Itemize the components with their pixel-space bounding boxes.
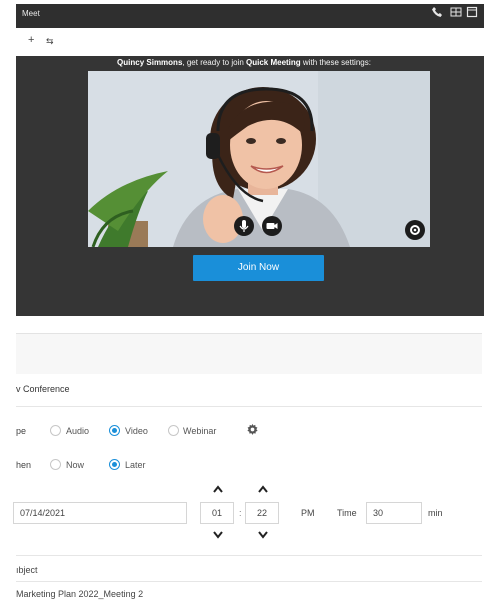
join-now-button[interactable]: Join Now	[193, 255, 324, 281]
type-audio-radio[interactable]	[50, 425, 61, 436]
divider	[16, 581, 482, 582]
type-audio-label: Audio	[66, 426, 90, 436]
divider	[16, 555, 482, 556]
time-separator: :	[239, 508, 242, 518]
minute-input[interactable]: 22	[245, 502, 279, 524]
phone-icon[interactable]	[430, 6, 444, 20]
conference-section-title: v Conference	[16, 384, 70, 394]
type-webinar-label: Webinar	[183, 426, 217, 436]
when-later-label: Later	[125, 460, 146, 470]
when-now-label: Now	[66, 460, 85, 470]
hour-input[interactable]: 01	[200, 502, 234, 524]
settings-icon[interactable]	[405, 220, 425, 240]
window-icon[interactable]	[465, 6, 479, 20]
duration-unit: min	[428, 508, 443, 518]
date-input[interactable]: 07/14/2021	[13, 502, 187, 524]
user-name: Quincy Simmons	[117, 58, 183, 67]
video-preview	[88, 71, 430, 247]
meeting-name: Quick Meeting	[246, 58, 301, 67]
subject-label: ıbject	[16, 565, 38, 575]
camera-icon[interactable]	[262, 216, 282, 236]
microphone-icon[interactable]	[234, 216, 254, 236]
when-later-radio[interactable]	[109, 459, 120, 470]
greeting-text: , get ready to join	[182, 58, 246, 67]
ampm-toggle[interactable]: PM	[301, 508, 315, 518]
hour-up-chevron-icon[interactable]	[212, 484, 224, 496]
subject-input[interactable]: Marketing Plan 2022_Meeting 2	[16, 589, 143, 599]
window-title: Meet	[22, 9, 40, 18]
greeting-text-end: with these settings:	[300, 58, 371, 67]
when-label: hen	[16, 460, 32, 470]
meeting-toolbar	[16, 28, 484, 57]
type-settings-gear-icon[interactable]	[246, 423, 259, 441]
type-label: pe	[16, 426, 27, 436]
hour-down-chevron-icon[interactable]	[212, 530, 224, 542]
type-video-label: Video	[125, 426, 148, 436]
camera-feed-image	[88, 71, 430, 247]
form-header-band	[16, 333, 482, 374]
grid-icon[interactable]	[449, 6, 463, 20]
when-now-radio[interactable]	[50, 459, 61, 470]
minute-up-chevron-icon[interactable]	[257, 484, 269, 496]
share-icon[interactable]: ⇆	[46, 36, 54, 47]
minute-down-chevron-icon[interactable]	[257, 530, 269, 542]
join-greeting: Quincy Simmons, get ready to join Quick …	[0, 58, 488, 67]
duration-label: Time	[337, 508, 357, 518]
plus-icon[interactable]: +	[28, 34, 34, 46]
type-video-radio[interactable]	[109, 425, 120, 436]
duration-input[interactable]: 30	[366, 502, 422, 524]
window-titlebar	[16, 4, 484, 28]
divider	[16, 406, 482, 407]
type-webinar-radio[interactable]	[168, 425, 179, 436]
